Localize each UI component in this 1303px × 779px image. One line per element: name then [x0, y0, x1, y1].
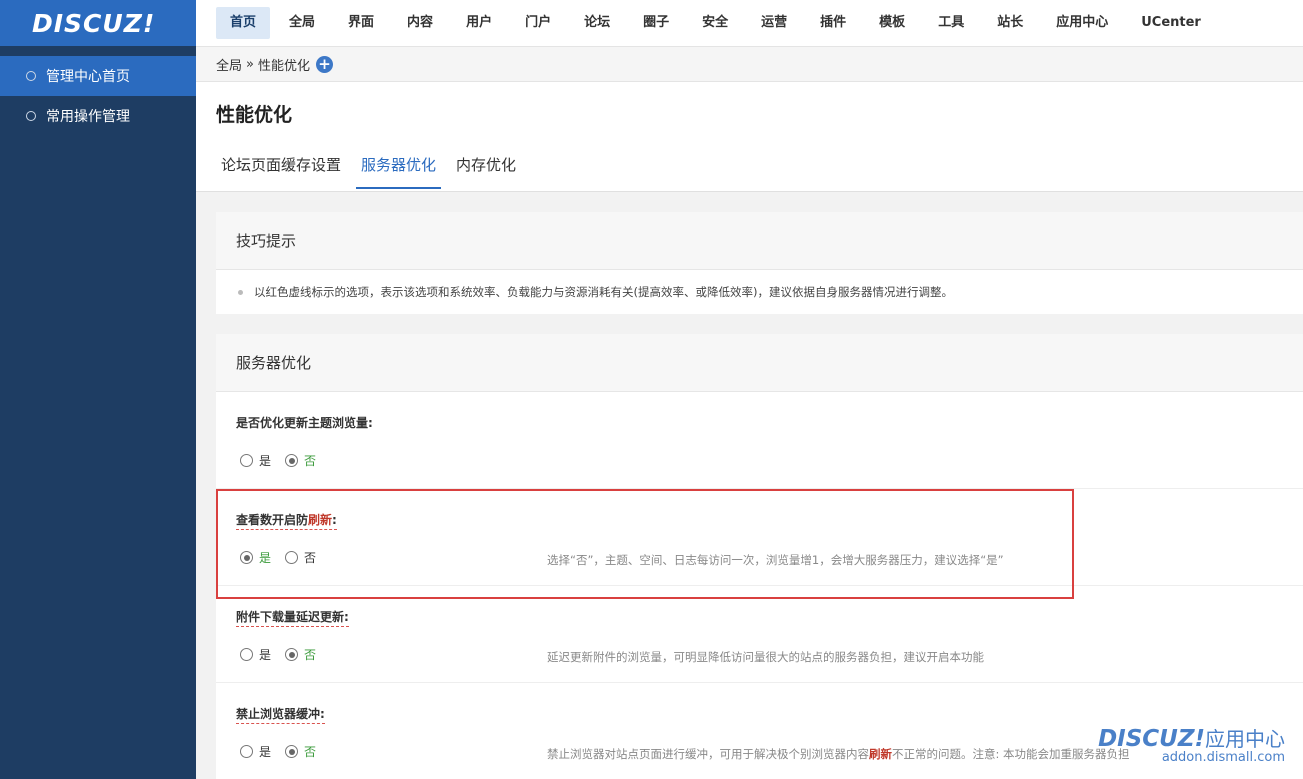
- nav-item-plugins[interactable]: 插件: [806, 7, 860, 39]
- section-title: 服务器优化: [216, 334, 1303, 392]
- radio-no-label: 否: [304, 551, 317, 565]
- page-header: 性能优化 论坛页面缓存设置 服务器优化 内存优化: [196, 82, 1303, 192]
- nav-item-users[interactable]: 用户: [452, 7, 506, 39]
- nav-item-groups[interactable]: 圈子: [629, 7, 683, 39]
- nav-item-home[interactable]: 首页: [216, 7, 271, 39]
- setting-description-highlight: 刷新: [869, 747, 892, 761]
- radio-yes-option[interactable]: 是: [240, 452, 271, 469]
- radio-yes[interactable]: [240, 454, 253, 467]
- nav-item-webmaster[interactable]: 站长: [983, 7, 1037, 39]
- watermark-url: addon.dismall.com: [1161, 750, 1285, 765]
- nav-item-templates[interactable]: 模板: [865, 7, 919, 39]
- setting-description: 选择“否”，主题、空间、日志每访问一次，浏览量增1，会增大服务器压力，建议选择“…: [547, 553, 1004, 567]
- radio-group: 是 否: [240, 549, 330, 566]
- nav-item-operations[interactable]: 运营: [747, 7, 801, 39]
- nav-item-interface[interactable]: 界面: [334, 7, 388, 39]
- circle-icon: [26, 111, 36, 121]
- breadcrumb: 全局 » 性能优化 +: [196, 46, 1303, 82]
- setting-row-optimize-views: 是否优化更新主题浏览量: 是 否: [216, 392, 1303, 489]
- sidebar-item-admin-home[interactable]: 管理中心首页: [0, 56, 196, 96]
- radio-yes-option[interactable]: 是: [240, 743, 271, 760]
- tips-title: 技巧提示: [216, 212, 1303, 270]
- radio-group: 是 否: [240, 646, 330, 663]
- setting-label: 附件下载量延迟更新:: [236, 608, 349, 627]
- radio-no[interactable]: [285, 745, 299, 758]
- bullet-icon: [238, 289, 243, 295]
- setting-label-part: 查看数开启防: [236, 513, 309, 527]
- tips-content: 以红色虚线标示的选项，表示该选项和系统效率、负载能力与资源消耗有关(提高效率、或…: [216, 270, 1303, 314]
- setting-description: 延迟更新附件的浏览量，可明显降低访问量很大的站点的服务器负担，建议开启本功能: [547, 650, 984, 664]
- radio-no-option[interactable]: 否: [285, 549, 316, 566]
- radio-yes-option[interactable]: 是: [240, 646, 271, 663]
- breadcrumb-parent[interactable]: 全局: [216, 55, 242, 74]
- radio-yes-label: 是: [259, 648, 272, 662]
- setting-description: 禁止浏览器对站点页面进行缓冲，可用于解决极个别浏览器内容刷新不正常的问题。注意:…: [547, 746, 1130, 762]
- page-title: 性能优化: [216, 104, 293, 126]
- nav-item-global[interactable]: 全局: [275, 7, 329, 39]
- nav-item-content[interactable]: 内容: [393, 7, 447, 39]
- logo-text: DISCUZ!: [32, 8, 156, 38]
- sidebar-item-label: 管理中心首页: [46, 69, 130, 85]
- radio-group: 是 否: [240, 452, 330, 469]
- radio-no-option[interactable]: 否: [285, 743, 316, 760]
- tips-text: 以红色虚线标示的选项，表示该选项和系统效率、负载能力与资源消耗有关(提高效率、或…: [254, 285, 953, 299]
- radio-no-label: 否: [304, 745, 317, 759]
- radio-no[interactable]: [285, 551, 299, 564]
- breadcrumb-separator: »: [246, 56, 254, 72]
- nav-item-forum[interactable]: 论坛: [570, 7, 624, 39]
- radio-yes-option[interactable]: 是: [240, 549, 271, 566]
- setting-label-highlight: 刷新: [308, 513, 333, 527]
- radio-yes-label: 是: [259, 454, 272, 468]
- setting-label-colon: :: [332, 513, 337, 527]
- radio-yes-label: 是: [259, 551, 272, 565]
- tabs: 论坛页面缓存设置 服务器优化 内存优化: [216, 144, 531, 189]
- watermark-brand-text: DISCUZ!: [1098, 726, 1205, 752]
- sidebar-item-common-ops[interactable]: 常用操作管理: [0, 96, 196, 136]
- logo[interactable]: DISCUZ!: [0, 0, 196, 46]
- setting-description-part: 不正常的问题。注意: 本功能会加重服务器负担: [892, 747, 1130, 761]
- setting-label: 是否优化更新主题浏览量:: [236, 416, 373, 430]
- setting-label: 查看数开启防刷新:: [236, 511, 337, 530]
- radio-group: 是 否: [240, 743, 330, 760]
- nav-item-ucenter[interactable]: UCenter: [1127, 7, 1215, 39]
- tab-server-optimization[interactable]: 服务器优化: [356, 144, 442, 189]
- add-shortcut-button[interactable]: +: [316, 55, 333, 73]
- radio-yes[interactable]: [240, 745, 253, 758]
- top-nav: 首页 全局 界面 内容 用户 门户 论坛 圈子 安全 运营 插件 模板 工具 站…: [196, 0, 1303, 46]
- tab-memory-optimization[interactable]: 内存优化: [451, 144, 521, 189]
- setting-description-part: 禁止浏览器对站点页面进行缓冲，可用于解决极个别浏览器内容: [547, 747, 869, 761]
- radio-yes[interactable]: [240, 648, 253, 661]
- circle-icon: [26, 71, 36, 81]
- tab-page-cache[interactable]: 论坛页面缓存设置: [216, 144, 346, 189]
- nav-item-security[interactable]: 安全: [688, 7, 742, 39]
- tips-panel: 技巧提示 以红色虚线标示的选项，表示该选项和系统效率、负载能力与资源消耗有关(提…: [216, 212, 1303, 314]
- radio-yes-label: 是: [259, 745, 272, 759]
- nav-item-tools[interactable]: 工具: [924, 7, 978, 39]
- setting-row-attachment-delay: 附件下载量延迟更新: 是 否 延迟更新附件的浏览量，可明显降低访问量很大的站点的…: [216, 586, 1303, 683]
- setting-row-anti-refresh: 查看数开启防刷新: 是 否 选择“否”，主题、空间、日志每访问一次，浏览量增1，…: [216, 489, 1303, 586]
- radio-no-option[interactable]: 否: [285, 452, 316, 469]
- radio-no-label: 否: [304, 454, 317, 468]
- radio-no[interactable]: [285, 454, 299, 467]
- radio-no-label: 否: [304, 648, 317, 662]
- radio-no[interactable]: [285, 648, 299, 661]
- watermark-brand: DISCUZ!应用中心: [1098, 723, 1285, 752]
- sidebar: DISCUZ! 管理中心首页 常用操作管理: [0, 0, 196, 779]
- server-optimization-panel: 服务器优化 是否优化更新主题浏览量: 是 否 查看数开启防刷新: 是 否 选择“…: [216, 334, 1303, 779]
- radio-no-option[interactable]: 否: [285, 646, 316, 663]
- watermark: DISCUZ!应用中心 addon.dismall.com: [1098, 723, 1285, 765]
- nav-item-portal[interactable]: 门户: [511, 7, 565, 39]
- sidebar-item-label: 常用操作管理: [46, 109, 130, 125]
- radio-yes[interactable]: [240, 551, 253, 564]
- nav-item-app-center[interactable]: 应用中心: [1042, 7, 1122, 39]
- setting-label: 禁止浏览器缓冲:: [236, 705, 325, 724]
- watermark-cn-text: 应用中心: [1205, 727, 1285, 751]
- breadcrumb-current: 性能优化: [257, 58, 310, 74]
